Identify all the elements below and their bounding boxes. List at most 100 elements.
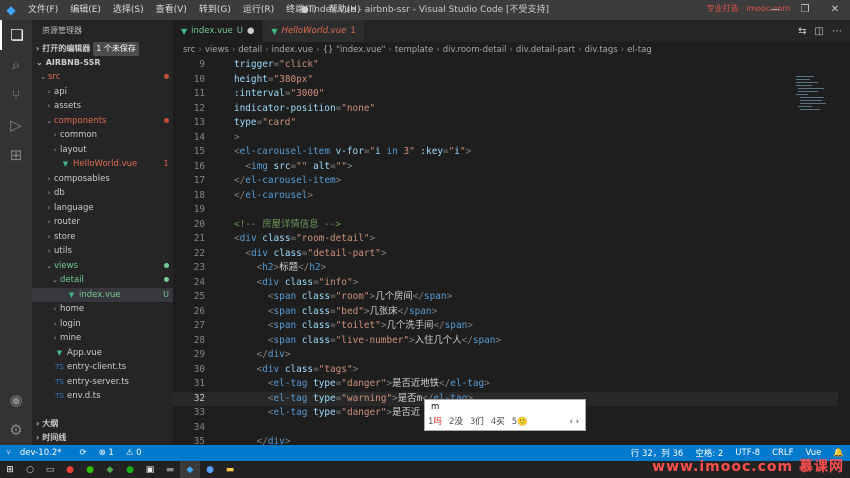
code-line[interactable]: 25 <span class="room">几个房间</span> <box>173 290 850 305</box>
task-view-icon[interactable]: ▭ <box>40 461 60 478</box>
file-tree-item[interactable]: › db <box>32 186 173 201</box>
code-editor[interactable]: 9 trigger="click" 10 height="380px" 11:inter… <box>173 58 850 445</box>
breadcrumb-item[interactable]: div.room-detail <box>443 45 507 55</box>
search-icon[interactable]: ○ <box>20 461 40 478</box>
file-tree-item[interactable]: ▼ App.vue <box>32 346 173 361</box>
code-line[interactable]: 12 indicator-position="none" <box>173 102 850 117</box>
close-icon[interactable]: ✕ <box>820 0 850 20</box>
open-editors-section[interactable]: › 打开的编辑器 1 个未保存 <box>32 42 173 56</box>
breadcrumb-item[interactable]: detail <box>238 45 262 55</box>
file-tree-item[interactable]: ⌄ components <box>32 114 173 129</box>
tab-helloworld-vue[interactable]: ▼ HelloWorld.vue 1 <box>263 20 365 42</box>
sync-icon[interactable]: ⟳ <box>73 448 92 458</box>
project-section[interactable]: ⌄ AIRBNB-SSR <box>32 56 173 70</box>
more-actions-icon[interactable]: ⋯ <box>832 26 842 37</box>
code-line[interactable]: 16 <img src="" alt=""> <box>173 160 850 175</box>
app-icon[interactable]: ● <box>120 461 140 478</box>
menu-item[interactable]: 帮助(H) <box>323 0 367 20</box>
menu-item[interactable]: 终端(T) <box>280 0 323 20</box>
code-line[interactable]: 27 <span class="toilet">几个洗手间</span> <box>173 319 850 334</box>
explorer-icon[interactable]: ❏ <box>0 20 32 50</box>
menu-item[interactable]: 文件(F) <box>22 0 64 20</box>
file-tree-item[interactable]: ▼ HelloWorld.vue 1 <box>32 157 173 172</box>
code-line[interactable]: 15 <el-carousel-item v-for="i in 3" :key=… <box>173 145 850 160</box>
restore-icon[interactable]: ❐ <box>790 0 820 20</box>
menu-item[interactable]: 编辑(E) <box>64 0 107 20</box>
code-line[interactable]: 18 </el-carousel> <box>173 189 850 204</box>
ime-candidate[interactable]: 4买 <box>491 414 505 430</box>
file-tree-item[interactable]: › composables <box>32 172 173 187</box>
menu-item[interactable]: 转到(G) <box>193 0 237 20</box>
breadcrumb-item[interactable]: el-tag <box>627 45 652 55</box>
code-line[interactable]: 19 <box>173 203 850 218</box>
app-icon[interactable]: ▣ <box>140 461 160 478</box>
file-tree-item[interactable]: › common <box>32 128 173 143</box>
code-line[interactable]: 13 type="card" <box>173 116 850 131</box>
app-icon[interactable]: ◆ <box>100 461 120 478</box>
vscode-taskbar-icon[interactable]: ◆ <box>180 461 200 478</box>
app-icon[interactable]: ▬ <box>220 461 240 478</box>
code-line[interactable]: 17 </el-carousel-item> <box>173 174 850 189</box>
code-line[interactable]: 28 <span class="live-number">入住几个人</span… <box>173 334 850 349</box>
file-tree-item[interactable]: TS env.d.ts <box>32 389 173 404</box>
code-line[interactable]: 11:interval="3000" <box>173 87 850 102</box>
windows-start-icon[interactable]: ⊞ <box>0 461 20 478</box>
minimap[interactable] <box>796 76 836 136</box>
menu-item[interactable]: 运行(R) <box>237 0 280 20</box>
settings-gear-icon[interactable]: ⚙ <box>0 415 32 445</box>
breadcrumb-item[interactable]: src <box>183 45 195 55</box>
chrome-icon[interactable]: ● <box>60 461 80 478</box>
ime-candidate[interactable]: 3们 <box>470 414 484 430</box>
outline-section[interactable]: › 大纲 <box>32 417 173 431</box>
code-line[interactable]: 10 height="380px" <box>173 73 850 88</box>
errors-status[interactable]: ⊗ 1 <box>93 448 120 458</box>
file-tree-item[interactable]: › home <box>32 302 173 317</box>
code-line[interactable]: 30 <div class="tags"> <box>173 363 850 378</box>
code-line[interactable]: 35 </div> <box>173 435 850 445</box>
file-tree-item[interactable]: TS entry-client.ts <box>32 360 173 375</box>
split-editor-icon[interactable]: ◫ <box>815 26 824 37</box>
file-tree-item[interactable]: TS entry-server.ts <box>32 375 173 390</box>
code-line[interactable]: 20 <!-- 房屋详情信息 --> <box>173 218 850 233</box>
warnings-status[interactable]: ⚠ 0 <box>120 448 148 458</box>
breadcrumb-item[interactable]: index.vue <box>272 45 314 55</box>
file-tree-item[interactable]: › api <box>32 85 173 100</box>
app-icon[interactable]: ● <box>200 461 220 478</box>
ime-candidate[interactable]: 2没 <box>449 414 463 430</box>
breadcrumb-item[interactable]: div.detail-part <box>516 45 575 55</box>
file-tree-item[interactable]: ⌄ src <box>32 70 173 85</box>
breadcrumb-item[interactable]: {} "index.vue" <box>323 45 386 55</box>
code-line[interactable]: 31 <el-tag type="danger">是否近地铁</el-tag> <box>173 377 850 392</box>
terminal-icon[interactable]: ▬ <box>160 461 180 478</box>
code-line[interactable]: 26 <span class="bed">几张床</span> <box>173 305 850 320</box>
breadcrumb-item[interactable]: div.tags <box>585 45 618 55</box>
ime-candidate-popup[interactable]: m 1吗 2没 3们 4买 5🙂 ‹ › <box>424 399 586 431</box>
file-tree-item[interactable]: › assets <box>32 99 173 114</box>
code-line[interactable]: 22 <div class="detail-part"> <box>173 247 850 262</box>
code-line[interactable]: 9 trigger="click" <box>173 58 850 73</box>
ime-page-nav[interactable]: ‹ › <box>569 414 585 430</box>
tab-index-vue[interactable]: ▼ index.vue U ● <box>173 20 264 42</box>
vertical-scrollbar[interactable] <box>838 58 850 445</box>
file-tree-item[interactable]: › layout <box>32 143 173 158</box>
ime-candidate[interactable]: 1吗 <box>428 414 442 430</box>
file-tree-item[interactable]: ⌄ views <box>32 259 173 274</box>
search-icon[interactable]: ⌕ <box>0 50 32 80</box>
ime-candidate[interactable]: 5🙂 <box>512 414 528 430</box>
file-tree-item[interactable]: › router <box>32 215 173 230</box>
branch-status[interactable]: ⑂ dev-10.2* <box>0 448 73 458</box>
file-tree-item[interactable]: ▼ index.vue U <box>32 287 173 302</box>
file-tree-item[interactable]: › login <box>32 317 173 332</box>
unsaved-dot-icon[interactable]: ● <box>247 26 254 36</box>
breadcrumb-item[interactable]: views <box>205 45 229 55</box>
compare-icon[interactable]: ⇆ <box>798 26 806 37</box>
menu-item[interactable]: 查看(V) <box>150 0 193 20</box>
menu-item[interactable]: 选择(S) <box>107 0 150 20</box>
file-tree-item[interactable]: › mine <box>32 331 173 346</box>
file-tree-item[interactable]: › language <box>32 201 173 216</box>
breadcrumb-item[interactable]: template <box>395 45 433 55</box>
code-line[interactable]: 14 > <box>173 131 850 146</box>
file-tree-item[interactable]: › store <box>32 230 173 245</box>
minimize-icon[interactable]: — <box>760 0 790 20</box>
file-tree-item[interactable]: › utils <box>32 244 173 259</box>
